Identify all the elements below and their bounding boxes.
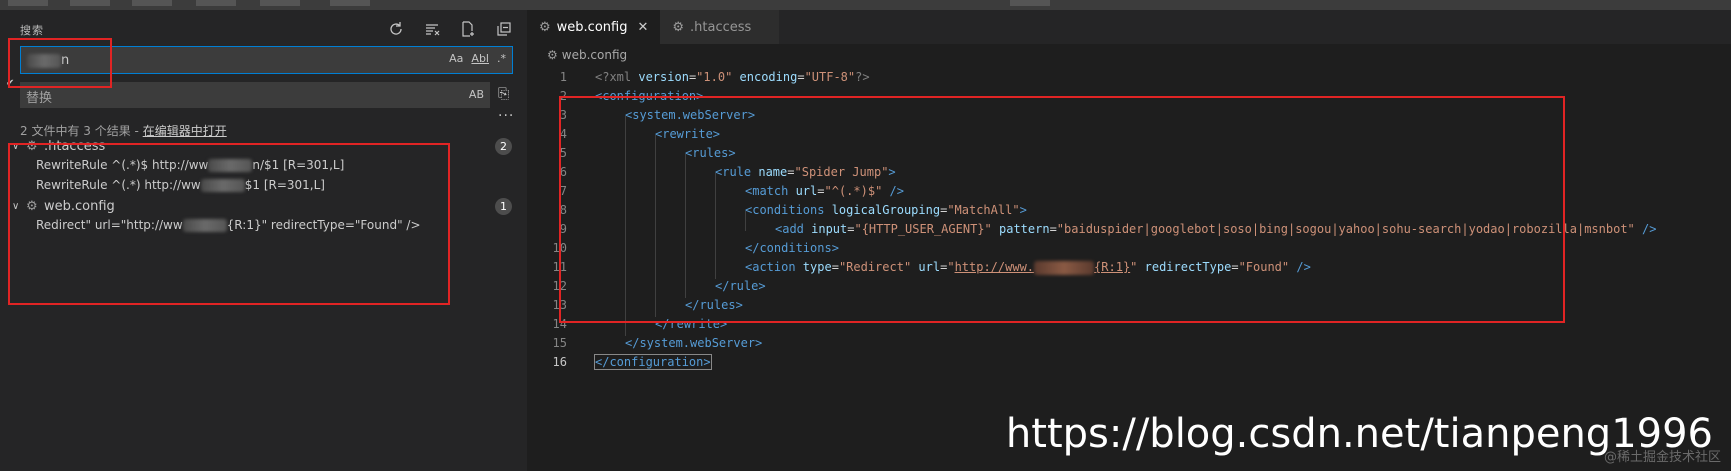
line-number: 1: [559, 70, 567, 84]
code-line: </configuration>: [594, 354, 712, 370]
refresh-icon[interactable]: [385, 18, 407, 40]
annotation-box-results: [8, 143, 450, 305]
replace-all-icon[interactable]: ⎘: [498, 86, 509, 102]
search-panel-title: 搜索: [20, 24, 44, 37]
result-count-badge: 2: [495, 138, 512, 155]
replace-placeholder: 替换: [26, 91, 53, 106]
result-count-badge: 1: [495, 198, 512, 215]
clear-results-icon[interactable]: [421, 18, 443, 40]
search-options: Aa Abl .*: [449, 52, 506, 65]
watermark-url: https://blog.csdn.net/tianpeng1996: [1005, 411, 1713, 457]
code-line: <?xml version="1.0" encoding="UTF-8"?>: [595, 70, 870, 84]
menu-item-ghost: [330, 0, 370, 6]
menu-bar: [0, 0, 1731, 10]
code-line: </system.webServer>: [625, 336, 763, 350]
close-icon[interactable]: ✕: [637, 20, 648, 35]
editor-area: ⚙ web.config ✕ ⚙ .htaccess ⚙ web.config 1…: [527, 10, 1731, 471]
menu-item-ghost: [8, 0, 48, 6]
tab-label: web.config: [556, 19, 628, 35]
window-title-ghost: [1010, 0, 1050, 6]
tab-label: .htaccess: [690, 19, 752, 35]
preserve-case-toggle[interactable]: AB: [469, 88, 484, 101]
menu-item-ghost: [70, 0, 110, 6]
annotation-box-code: [559, 96, 1565, 323]
search-panel: 搜索 ✔ n Aa Abl .* 替换 AB ⎘ ··· 2 文件中有 3 个结…: [0, 10, 527, 471]
more-options-icon[interactable]: ···: [498, 108, 514, 124]
line-number: 16: [552, 355, 567, 369]
line-number: 15: [552, 336, 567, 350]
menu-item-ghost: [260, 0, 300, 6]
regex-toggle[interactable]: .*: [497, 52, 506, 65]
whole-word-toggle[interactable]: Abl: [471, 52, 489, 65]
gear-icon: ⚙: [547, 48, 558, 62]
breadcrumb-item: web.config: [561, 48, 628, 62]
editor-tabs: ⚙ web.config ✕ ⚙ .htaccess: [527, 10, 1731, 44]
search-panel-actions: [385, 18, 515, 40]
tab-htaccess[interactable]: ⚙ .htaccess: [660, 10, 780, 44]
menu-item-ghost: [132, 0, 172, 6]
gear-icon: ⚙: [539, 19, 551, 35]
gear-icon: ⚙: [672, 19, 685, 35]
match-case-toggle[interactable]: Aa: [449, 52, 463, 65]
annotation-box-search: [8, 38, 112, 88]
breadcrumb[interactable]: ⚙ web.config: [547, 48, 627, 62]
new-search-editor-icon[interactable]: [457, 18, 479, 40]
collapse-all-icon[interactable]: [493, 18, 515, 40]
menu-item-ghost: [196, 0, 236, 6]
tab-web-config[interactable]: ⚙ web.config ✕: [527, 10, 661, 44]
